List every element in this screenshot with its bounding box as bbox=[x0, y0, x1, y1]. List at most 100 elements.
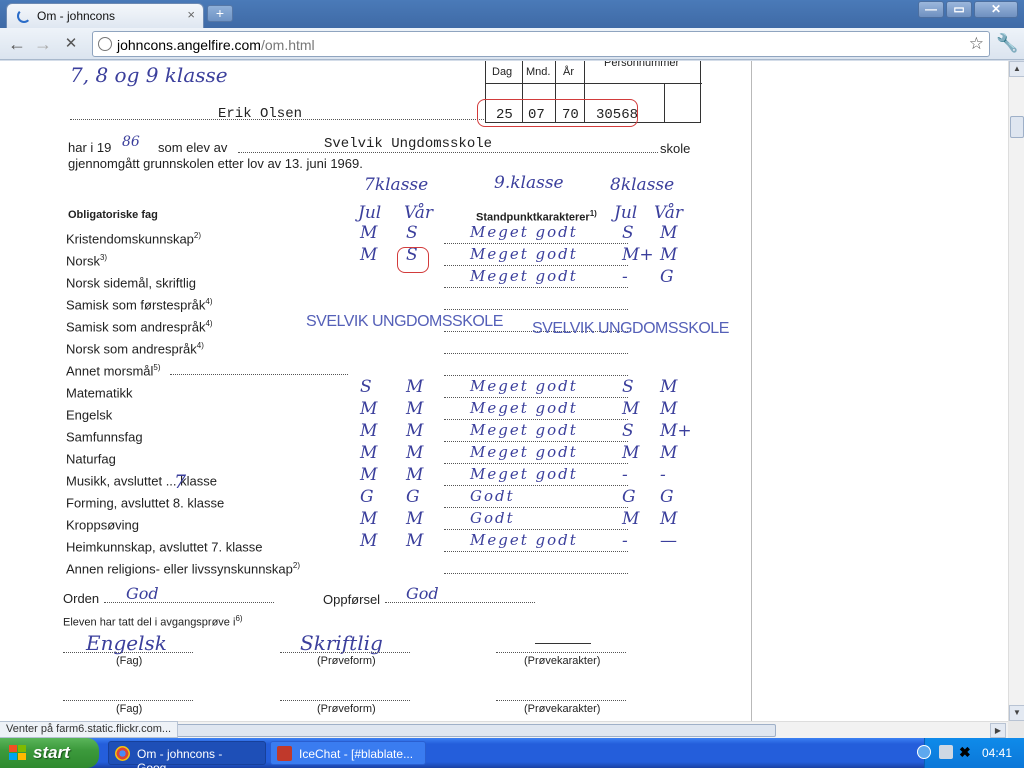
minimize-button[interactable]: — bbox=[918, 1, 944, 18]
subject-name: Kroppsøving bbox=[66, 517, 139, 533]
provekarakter-dash bbox=[535, 643, 591, 644]
scroll-corner bbox=[1008, 721, 1024, 738]
grade-9-standpunkt: Meget godt bbox=[470, 421, 578, 439]
subject-name: Samisk som andrespråk4) bbox=[66, 319, 213, 335]
grade-7-var: M bbox=[406, 399, 424, 419]
som-elev-label: som elev av bbox=[158, 140, 228, 155]
tab-title: Om - johncons bbox=[37, 9, 116, 23]
bookmark-star-icon[interactable]: ☆ bbox=[969, 34, 984, 54]
task-icechat[interactable]: IceChat - [#blablate... bbox=[270, 741, 426, 765]
col-8-jul: Jul bbox=[614, 203, 638, 223]
standpunkt-line bbox=[444, 551, 628, 552]
subject-name: Forming, avsluttet 8. klasse bbox=[66, 495, 225, 511]
school-stamp-left: SVELVIK UNGDOMSSKOLE bbox=[306, 313, 503, 330]
vertical-scroll-thumb[interactable] bbox=[1010, 116, 1024, 138]
stop-button[interactable]: ✕ bbox=[60, 33, 82, 55]
grade-9-standpunkt: Meget godt bbox=[470, 443, 578, 461]
grade-8-jul: M bbox=[622, 399, 640, 419]
subject-name: Musikk, avsluttet ... klasse bbox=[66, 473, 217, 489]
year-handwritten: 86 bbox=[122, 134, 140, 150]
status-bubble: Venter på farm6.static.flickr.com... bbox=[0, 721, 179, 738]
scroll-down-arrow-icon[interactable]: ▼ bbox=[1009, 705, 1024, 721]
subject-name: Engelsk bbox=[66, 407, 113, 423]
tab-om-johncons[interactable]: Om - johncons × bbox=[6, 3, 204, 28]
maximize-button[interactable]: ▭ bbox=[946, 1, 972, 18]
grade-7-jul: M bbox=[360, 399, 378, 419]
grade-7-jul: M bbox=[360, 531, 378, 551]
completed-line: gjennomgått grunnskolen etter lov av 13.… bbox=[68, 156, 363, 171]
obligatoriske-fag-header: Obligatoriske fag bbox=[68, 209, 158, 221]
grade-7-var: M bbox=[406, 377, 424, 397]
standpunkt-line bbox=[444, 507, 628, 508]
subject-name: Samisk som førstespråk4) bbox=[66, 297, 213, 313]
standpunkt-line bbox=[444, 419, 628, 420]
close-window-button[interactable]: ✕ bbox=[974, 1, 1018, 18]
orden-label: Orden bbox=[63, 591, 100, 606]
windows-flag-icon bbox=[9, 745, 27, 761]
grade-8-var: - bbox=[660, 465, 666, 485]
window-controls: — ▭ ✕ bbox=[918, 1, 1018, 18]
standpunkt-line bbox=[444, 397, 628, 398]
subject-name: Annen religions- eller livssynskunnskap2… bbox=[66, 561, 301, 577]
system-tray: ✖ 04:41 bbox=[917, 738, 1024, 768]
clock[interactable]: 04:41 bbox=[982, 746, 1012, 760]
grade-8-var: M bbox=[660, 509, 678, 529]
volume-muted-icon[interactable]: ✖ bbox=[959, 745, 973, 759]
year-prefix: har i 19 bbox=[68, 140, 112, 155]
back-button[interactable]: ← bbox=[6, 33, 28, 55]
grade-8-var: M bbox=[660, 245, 678, 265]
school-line bbox=[238, 152, 658, 153]
vertical-scrollbar[interactable]: ▲ ▼ bbox=[1008, 61, 1024, 721]
col-8klasse: 8klasse bbox=[610, 175, 675, 195]
col-7-jul: Jul bbox=[358, 203, 382, 223]
standpunkt-line bbox=[444, 441, 628, 442]
standpunkt-line bbox=[444, 573, 628, 574]
proveform-label-2: (Prøveform) bbox=[317, 703, 376, 715]
grade-7-jul: G bbox=[360, 487, 374, 507]
standpunkt-line bbox=[444, 463, 628, 464]
grade-8-jul: M bbox=[622, 443, 640, 463]
subject-name: Norsk som andrespråk4) bbox=[66, 341, 204, 357]
forward-button[interactable]: → bbox=[32, 33, 54, 55]
subject-name: Norsk sidemål, skriftlig bbox=[66, 275, 197, 291]
standpunkt-line bbox=[444, 485, 628, 486]
standpunkt-line bbox=[444, 353, 628, 354]
grade-7-var: M bbox=[406, 465, 424, 485]
standpunkt-line bbox=[444, 287, 628, 288]
tab-close-icon[interactable]: × bbox=[187, 7, 195, 22]
new-tab-button[interactable]: + bbox=[207, 5, 233, 22]
scroll-up-arrow-icon[interactable]: ▲ bbox=[1009, 61, 1024, 77]
grade-8-var: M bbox=[660, 377, 678, 397]
standpunkt-line bbox=[444, 375, 628, 376]
proveform-label-1: (Prøveform) bbox=[317, 655, 376, 667]
grade-7-var: M bbox=[406, 421, 424, 441]
address-bar[interactable]: johncons.angelfire.com/om.html ☆ bbox=[92, 31, 990, 57]
url-text[interactable]: johncons.angelfire.com/om.html bbox=[117, 37, 315, 53]
loading-spinner-icon bbox=[17, 9, 31, 23]
tray-expand-icon[interactable] bbox=[917, 745, 931, 759]
orden-value: God bbox=[126, 584, 159, 603]
grade-8-jul: M+ bbox=[622, 245, 654, 265]
school-name: Svelvik Ungdomsskole bbox=[324, 136, 493, 152]
grade-8-jul: S bbox=[622, 421, 634, 441]
col-9klasse: 9.klasse bbox=[494, 173, 564, 193]
proveform-line-1 bbox=[280, 652, 410, 653]
handwritten-grades-note: 7, 8 og 9 klasse bbox=[70, 63, 228, 87]
personnummer-header: Personnummer bbox=[604, 61, 680, 69]
grade-8-jul: - bbox=[622, 465, 628, 485]
network-icon[interactable] bbox=[939, 745, 953, 759]
wrench-menu-icon[interactable]: 🔧 bbox=[996, 33, 1018, 54]
grade-8-var: G bbox=[660, 487, 674, 507]
oppforsel-label: Oppførsel bbox=[323, 592, 381, 607]
chrome-icon bbox=[115, 746, 130, 761]
subject-name: Norsk3) bbox=[66, 253, 108, 269]
grade-8-var: M bbox=[660, 443, 678, 463]
grade-9-standpunkt: Godt bbox=[470, 487, 515, 505]
provekarakter-label-1: (Prøvekarakter) bbox=[524, 655, 601, 667]
scroll-right-arrow-icon[interactable]: ▶ bbox=[990, 723, 1006, 738]
grade-7-jul: M bbox=[360, 421, 378, 441]
windows-taskbar: start Om - johncons - Goog... IceChat - … bbox=[0, 738, 1024, 768]
start-button[interactable]: start bbox=[0, 738, 99, 768]
standpunkt-header: Standpunktkarakterer1) bbox=[476, 209, 597, 224]
task-chrome[interactable]: Om - johncons - Goog... bbox=[108, 741, 266, 768]
